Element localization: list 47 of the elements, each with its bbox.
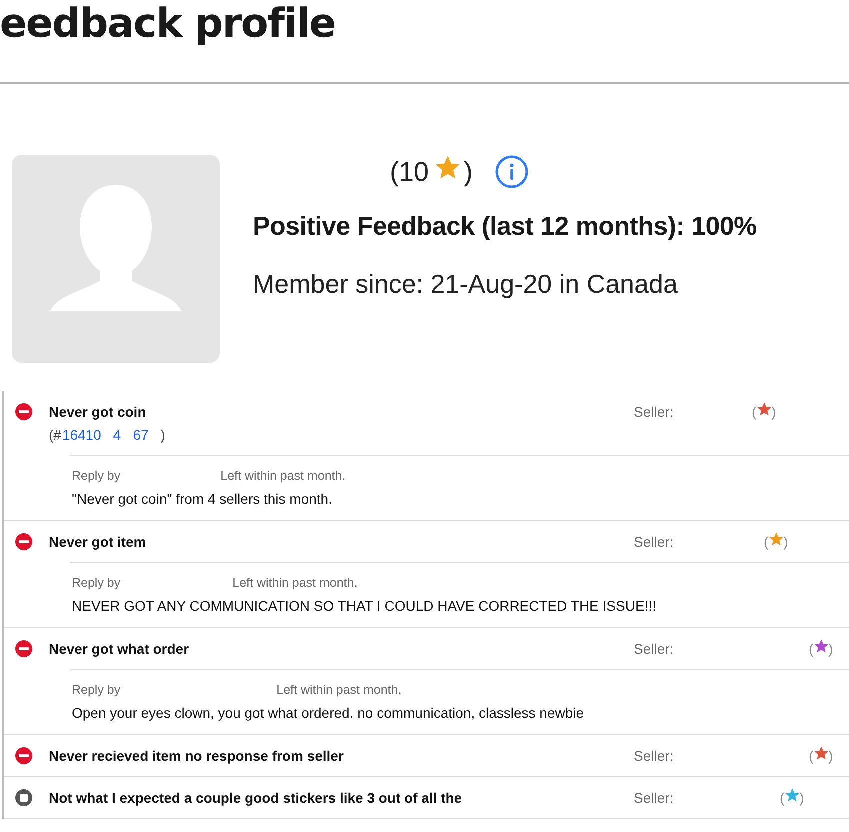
reply-time: Left within past month. — [232, 575, 358, 592]
seller-rating-open: ( — [809, 747, 814, 766]
seller-rating-open: ( — [764, 533, 769, 552]
reply-time: Left within past month. — [220, 468, 346, 485]
minus-circle-icon — [15, 533, 33, 551]
square-circle-icon — [15, 789, 33, 807]
feedback-score: (10 — [390, 156, 430, 188]
seller-rating-close: ) — [784, 533, 788, 552]
order-prefix: (# — [49, 426, 62, 445]
reply-by-label: Reply by — [72, 468, 121, 485]
member-since: Member since: 21-Aug-20 in Canada — [253, 269, 679, 300]
feedback-comment: Never got coin — [49, 403, 148, 422]
order-number-link[interactable]: 16410 — [62, 425, 102, 445]
seller-rating-open: ( — [752, 403, 757, 422]
page-title: eedback profile — [0, 0, 337, 49]
seller-label: Seller: — [634, 640, 675, 659]
seller-label: Seller: — [634, 533, 675, 552]
reply-time: Left within past month. — [276, 682, 402, 699]
star-icon — [435, 155, 462, 181]
reply-by-label: Reply by — [72, 682, 121, 699]
order-number-link[interactable]: 67 — [133, 425, 149, 445]
seller-rating-close: ) — [800, 789, 804, 808]
seller-label: Seller: — [634, 789, 675, 808]
seller-rating-open: ( — [780, 789, 785, 808]
minus-circle-icon — [15, 403, 33, 421]
feedback-comment: Never recieved item no response from seller — [49, 747, 345, 766]
feedback-comment: Never got item — [49, 533, 148, 552]
reply-text: "Never got coin" from 4 sellers this month. — [72, 490, 334, 509]
feedback-score-close: ) — [464, 156, 474, 188]
seller-rating-close: ) — [828, 640, 834, 659]
feedback-comment: Never got what order — [49, 640, 190, 659]
seller-rating-open: ( — [809, 640, 814, 659]
order-suffix: ) — [160, 426, 166, 445]
seller-rating-close: ) — [828, 747, 834, 766]
reply-by-label: Reply by — [72, 575, 121, 592]
order-number-link[interactable]: 4 — [113, 425, 122, 445]
info-icon[interactable] — [495, 155, 530, 189]
minus-circle-icon — [15, 640, 33, 658]
seller-rating-close: ) — [772, 403, 776, 422]
reply-text: Open your eyes clown, you got what ordered. no communication, classless newbie — [72, 704, 586, 723]
seller-label: Seller: — [634, 403, 675, 422]
seller-label: Seller: — [634, 747, 675, 766]
positive-feedback: Positive Feedback (last 12 months): 100% — [253, 211, 757, 242]
reply-text: NEVER GOT ANY COMMUNICATION SO THAT I COULD HAVE CORRECTED THE ISSUE!!! — [72, 597, 658, 616]
avatar-placeholder-icon — [12, 155, 220, 363]
minus-circle-icon — [15, 747, 33, 765]
feedback-comment: Not what I expected a couple good stickers like 3 out of all the — [49, 789, 464, 808]
